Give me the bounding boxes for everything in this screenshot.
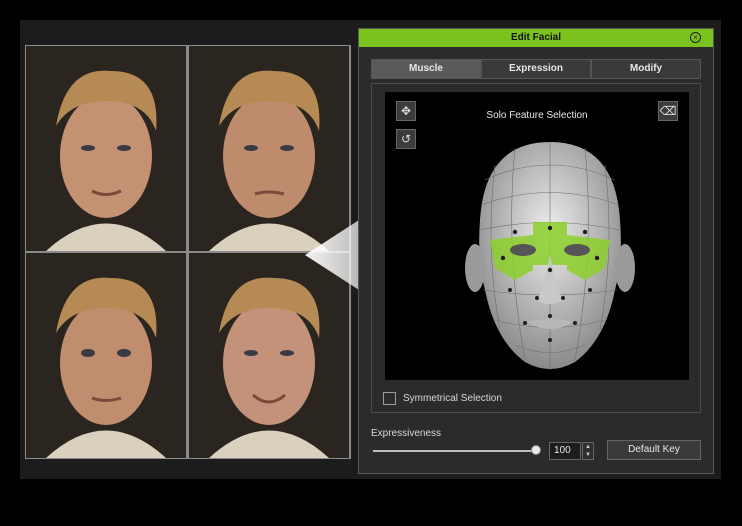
edit-facial-panel: Edit Facial × Muscle Expression Modify S… <box>358 28 714 474</box>
symmetrical-selection-label: Symmetrical Selection <box>403 392 502 404</box>
face-mesh[interactable] <box>455 140 645 380</box>
viewport-heading: Solo Feature Selection <box>486 110 588 121</box>
symmetrical-selection-checkbox[interactable] <box>383 391 396 405</box>
window-title: Edit Facial <box>510 32 561 43</box>
expressiveness-slider-handle[interactable] <box>531 445 541 455</box>
face-preview-3 <box>26 253 186 458</box>
tab-bar: Muscle Expression Modify <box>371 59 701 79</box>
expressiveness-label: Expressiveness <box>371 428 442 439</box>
reset-icon[interactable]: ↺ <box>396 129 416 149</box>
eraser-icon[interactable]: ⌫ <box>658 101 678 121</box>
title-bar[interactable]: Edit Facial × <box>359 29 713 47</box>
face-viewport[interactable]: Solo Feature Selection ✥ ↺ ⌫ <box>385 92 689 380</box>
expressiveness-slider-track[interactable] <box>373 450 537 452</box>
symmetrical-selection-row[interactable]: Symmetrical Selection <box>383 391 502 405</box>
tab-expression[interactable]: Expression <box>481 59 591 79</box>
tab-muscle[interactable]: Muscle <box>371 59 481 79</box>
face-preview-1 <box>26 46 186 251</box>
expressiveness-value-field[interactable]: 100 <box>549 442 581 460</box>
tab-modify[interactable]: Modify <box>591 59 701 79</box>
expressiveness-spinner[interactable]: ▲ ▼ <box>582 442 594 460</box>
pick-icon[interactable]: ✥ <box>396 101 416 121</box>
close-icon[interactable]: × <box>690 32 701 43</box>
default-key-button[interactable]: Default Key <box>607 440 701 460</box>
